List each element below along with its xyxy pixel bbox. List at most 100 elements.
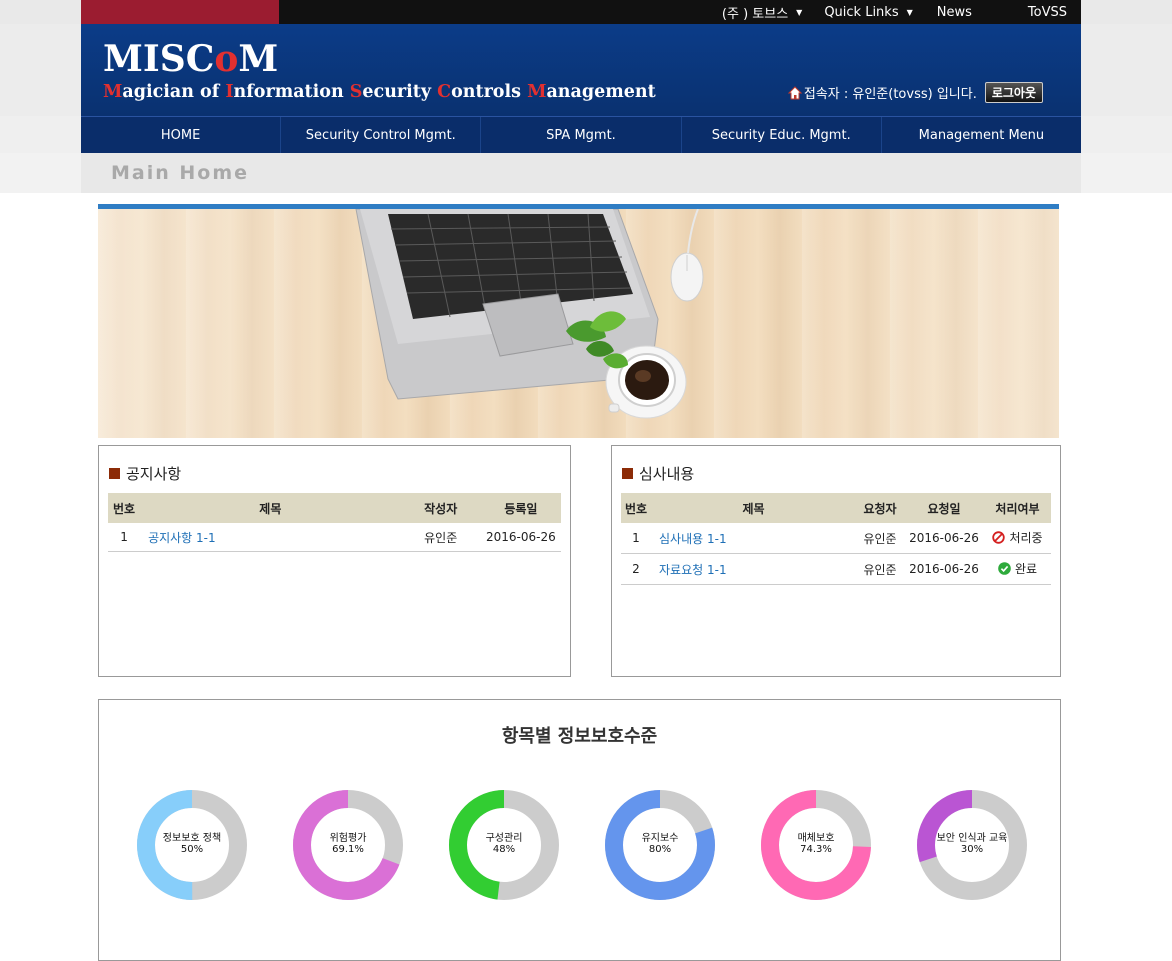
review-board: 심사내용 번호 제목 요청자 요청일 처리여부 1 심사내용 1-1 유인준 2… [611,445,1061,677]
notice-board: 공지사항 번호 제목 작성자 등록일 1 공지사항 1-1 유인준 2016-0… [98,445,571,677]
logo-sub-word: agician of [122,82,226,102]
col-header-request-date: 요청일 [904,493,984,523]
logo-sub-cap: M [103,82,123,102]
cell-status: 처리중 [984,523,1051,554]
series-name: 매체보호 [797,833,835,844]
logout-button[interactable]: 로그아웃 [984,82,1043,103]
donut-label: 매체보호 74.3% [760,833,872,855]
donut-chart: 정보보호 정책 50% [136,789,248,901]
col-header-title: 제목 [651,493,856,523]
page-container: (주 ) 토브스 ▼ Quick Links ▼ News ToVSS MISC… [81,0,1081,750]
check-circle-icon [998,562,1011,575]
review-board-title-text: 심사내용 [639,465,695,483]
status-text: 처리중 [1009,531,1043,545]
user-info: 접속자 : 유인준(tovss) 입니다. 로그아웃 [787,82,1043,103]
series-name: 구성관리 [485,833,523,844]
nav-item-security-education[interactable]: Security Educ. Mgmt. [682,117,882,154]
series-value: 30% [960,844,984,855]
top-utility-bar: (주 ) 토브스 ▼ Quick Links ▼ News ToVSS [81,0,1081,24]
col-header-date: 등록일 [480,493,561,523]
logo-sub-cap: C [437,82,452,102]
donut-chart: 보안 인식과 교육 30% [916,789,1028,901]
user-info-text: 접속자 : 유인준(tovss) 입니다. [803,87,977,102]
caret-down-icon: ▼ [796,7,803,17]
donut-label: 유지보수 80% [604,833,716,855]
laptop-coffee-illustration [355,209,704,419]
donut-label: 구성관리 48% [448,833,560,855]
security-level-chart-panel: 항목별 정보보호수준 정보보호 정책 50% 위험평가 69.1% 구성관리 48% … [98,699,1061,961]
home-icon [787,85,802,99]
caret-down-icon: ▼ [906,7,913,17]
logo-sub-word: nformation [233,82,350,102]
col-header-title: 제목 [140,493,401,523]
logo-part-accent: o [214,38,239,80]
donut-chart: 유지보수 80% [604,789,716,901]
series-name: 위험평가 [329,833,367,844]
review-title-link[interactable]: 심사내용 1-1 [651,523,856,554]
series-value: 74.3% [800,844,832,855]
status-badge: 처리중 [992,529,1043,546]
status-text: 완료 [1014,562,1038,576]
logo-part: M [238,38,279,80]
chart-title: 항목별 정보보호수준 [501,726,658,747]
nav-item-home[interactable]: HOME [81,117,282,154]
square-bullet-icon [109,468,120,479]
notice-title-link[interactable]: 공지사항 1-1 [140,523,401,552]
logo-sub-word: anagement [546,82,656,102]
logo-sub-cap: M [527,82,547,102]
logo-sub-cap: I [225,82,234,102]
top-link-quick-links[interactable]: Quick Links ▼ [824,5,912,20]
logo-subtitle: Magician of Information Security Control… [103,82,656,102]
col-header-number: 번호 [108,493,141,523]
logo-sub-word: ecurity [362,82,438,102]
review-title-link[interactable]: 자료요청 1-1 [651,553,856,585]
logo-sub-word: ontrols [451,82,528,102]
review-board-title: 심사내용 [622,463,694,484]
donut-chart: 매체보호 74.3% [760,789,872,901]
prohibited-icon [992,531,1006,544]
notice-board-title-text: 공지사항 [126,465,182,483]
hero-banner [98,204,1059,438]
col-header-number: 번호 [621,493,651,523]
review-table: 번호 제목 요청자 요청일 처리여부 1 심사내용 1-1 유인준 2016-0… [621,493,1051,585]
notice-board-title: 공지사항 [109,463,181,484]
col-header-requester: 요청자 [856,493,904,523]
status-badge: 완료 [998,560,1037,577]
series-name: 유지보수 [641,833,679,844]
top-link-tovss-label: ToVSS [1027,4,1067,20]
table-row[interactable]: 1 공지사항 1-1 유인준 2016-06-26 [108,523,561,552]
table-row[interactable]: 1 심사내용 1-1 유인준 2016-06-26 처리중 [621,523,1051,554]
donut-chart: 구성관리 48% [448,789,560,901]
cell-requester: 유인준 [856,553,904,585]
review-table-header: 번호 제목 요청자 요청일 처리여부 [621,493,1051,523]
nav-item-security-control[interactable]: Security Control Mgmt. [281,117,482,154]
donut-label: 정보보호 정책 50% [136,833,248,855]
top-link-company[interactable]: (주 ) 토브스 ▼ [722,3,802,22]
table-row[interactable]: 2 자료요청 1-1 유인준 2016-06-26 완료 [621,553,1051,585]
cell-date: 2016-06-26 [904,553,984,585]
series-name: 보안 인식과 교육 [936,833,1008,844]
top-link-tovss[interactable]: ToVSS [1028,5,1067,20]
cell-date: 2016-06-26 [904,523,984,554]
site-logo[interactable]: MISCoM [103,38,278,80]
top-accent-block [81,0,279,24]
cell-number: 1 [108,523,141,552]
donut-chart: 위험평가 69.1% [292,789,404,901]
donut-label: 위험평가 69.1% [292,833,404,855]
square-bullet-icon [622,468,633,479]
series-name: 정보보호 정책 [162,833,222,844]
cell-requester: 유인준 [856,523,904,554]
logo-part: MISC [103,38,215,80]
top-link-quick-links-label: Quick Links [824,4,899,20]
donut-label: 보안 인식과 교육 30% [916,833,1028,855]
col-header-status: 처리여부 [984,493,1051,523]
series-value: 80% [648,844,672,855]
col-header-author: 작성자 [400,493,481,523]
main-nav: HOME Security Control Mgmt. SPA Mgmt. Se… [81,116,1081,154]
top-link-company-label: (주 ) 토브스 [721,6,789,22]
cell-author: 유인준 [400,523,481,552]
top-link-news[interactable]: News [937,5,972,20]
site-header: MISCoM Magician of Information Security … [81,24,1081,116]
nav-item-management-menu[interactable]: Management Menu [882,117,1081,154]
nav-item-spa[interactable]: SPA Mgmt. [481,117,682,154]
